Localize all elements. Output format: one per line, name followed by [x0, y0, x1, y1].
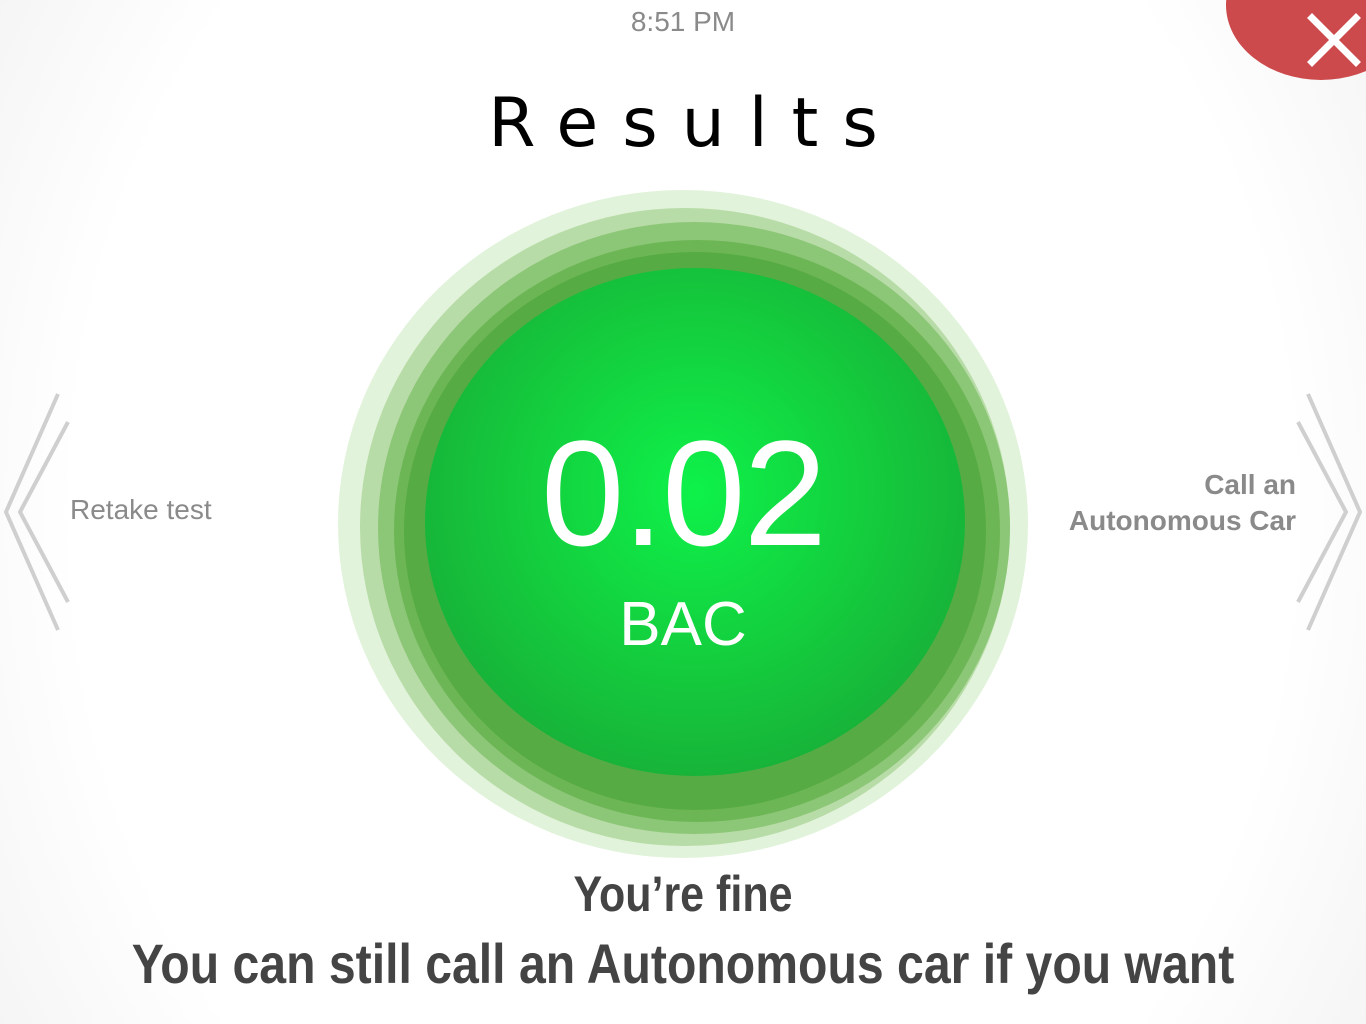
call-autonomous-car-button[interactable]: Call an Autonomous Car	[1036, 392, 1366, 632]
result-headline: You’re fine	[573, 866, 793, 922]
status-time: 8:51 PM	[630, 6, 736, 37]
call-label-line2: Autonomous Car	[1068, 505, 1296, 536]
chevron-left-icon	[3, 393, 70, 631]
retake-test-label: Retake test	[70, 494, 212, 525]
results-screen: { "status_bar": { "time": "8:51 PM" }, "…	[0, 0, 1366, 1024]
call-label-line1: Call an	[1204, 469, 1296, 500]
bac-result-gauge: 0.02 BAC	[338, 190, 1028, 858]
chevron-right-icon	[1296, 393, 1363, 631]
page-title: Results	[488, 84, 902, 163]
bac-unit: BAC	[619, 590, 747, 659]
close-icon	[1307, 13, 1361, 67]
close-button[interactable]	[1226, 0, 1366, 80]
retake-test-button[interactable]: Retake test	[0, 392, 260, 632]
call-autonomous-car-label: Call an Autonomous Car	[1069, 467, 1296, 539]
bac-value: 0.02	[541, 409, 827, 577]
result-detail: You can still call an Autonomous car if …	[131, 932, 1235, 995]
